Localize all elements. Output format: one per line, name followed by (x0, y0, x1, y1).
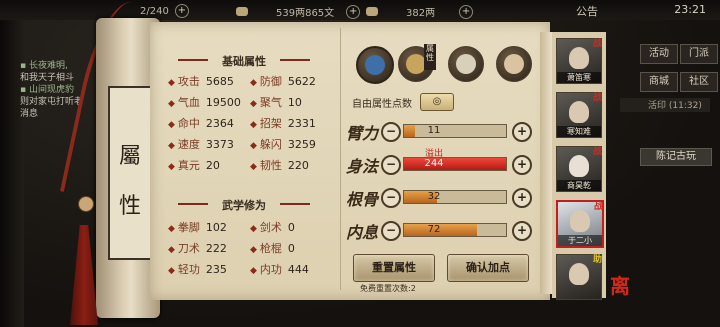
stat-dodge: ◆ 躲闪 3259 (250, 138, 316, 151)
martial-attributes-title: 武学修为 (178, 197, 310, 213)
stat-tenacity: ◆ 韧性 220 (250, 159, 309, 172)
stat-hit: ◆ 命中 2364 (168, 117, 234, 130)
party-member-3[interactable]: 战商昊乾 (556, 146, 602, 192)
attribute-stamp: 属性 (424, 44, 436, 70)
party-member-1[interactable]: 战萧笛寒 (556, 38, 602, 84)
strength-bar: 11 (403, 124, 507, 138)
attr-label-agility: 身法 (346, 157, 379, 176)
reset-attributes-button[interactable]: 重置属性 (353, 254, 435, 282)
party-member-name: 寒知难 (557, 126, 601, 137)
add-resource-2-button[interactable]: + (346, 4, 361, 19)
increase-constitution-button[interactable]: + (512, 188, 532, 208)
confirm-points-button[interactable]: 确认加点 (447, 254, 529, 282)
free-points-label: 自由属性点数 (352, 99, 412, 110)
decrease-breath-button[interactable]: − (381, 221, 401, 241)
meridian-menu-icon[interactable] (496, 46, 532, 82)
stat-defense: ◆ 防御 5622 (250, 75, 316, 88)
coin-icon (236, 7, 248, 16)
nav-event-timer[interactable]: 活印 (11:32) (620, 98, 710, 112)
stat-fist: ◆ 拳脚 102 (168, 221, 227, 234)
battle-badge: 战 (593, 39, 603, 49)
resource-3: 382两 + (366, 4, 474, 19)
party-member-4-selected[interactable]: 战于二小 (556, 200, 604, 248)
constitution-bar: 32 (403, 190, 507, 204)
stat-spear: ◆ 枪棍 0 (250, 242, 295, 255)
panel-divider (340, 28, 341, 290)
increase-breath-button[interactable]: + (512, 221, 532, 241)
constitution-value: 32 (427, 191, 441, 202)
announcement-button[interactable]: 公告 (576, 3, 598, 19)
add-resource-1-button[interactable]: + (174, 4, 189, 18)
resource-2: 539两865文 + (236, 4, 361, 19)
panel-edge (540, 32, 552, 294)
stat-inner: ◆ 内功 444 (250, 263, 309, 276)
stat-attack: ◆ 攻击 5685 (168, 75, 234, 88)
attribute-tab[interactable]: 屬 性 (108, 86, 152, 260)
nav-shop-button[interactable]: 商城 (640, 72, 678, 92)
add-resource-3-button[interactable]: + (459, 4, 474, 19)
stat-lightness: ◆ 轻功 235 (168, 263, 227, 276)
stat-qi: ◆ 聚气 10 (250, 96, 302, 109)
jade-bead (78, 196, 94, 212)
stat-blade: ◆ 刀术 222 (168, 242, 227, 255)
silver-icon (366, 7, 378, 16)
increase-agility-button[interactable]: + (512, 155, 532, 175)
agility-bar: 244 (403, 157, 507, 171)
party-member-name: 于二小 (558, 235, 602, 246)
increase-strength-button[interactable]: + (512, 122, 532, 142)
nav-community-button[interactable]: 社区 (680, 72, 718, 92)
assist-badge: 助 (593, 255, 603, 265)
top-resource-bar: 2/240 + 539两865文 + 382两 + 公告 23:21 (0, 0, 720, 20)
decrease-agility-button[interactable]: − (381, 155, 401, 175)
taiji-menu-icon[interactable] (448, 46, 484, 82)
party-member-name: 商昊乾 (557, 180, 601, 191)
free-reset-count: 免费重置次数:2 (360, 284, 416, 293)
quest-tracker[interactable]: 陈记古玩 (640, 148, 712, 166)
attribute-tab-char-1: 屬 (118, 144, 141, 169)
nav-sect-button[interactable]: 门派 (680, 44, 718, 64)
stat-true-yuan: ◆ 真元 20 (168, 159, 220, 172)
stat-hp: ◆ 气血 19500 (168, 96, 241, 109)
agility-value: 244 (424, 158, 444, 169)
breath-value: 72 (427, 224, 441, 235)
battle-badge: 战 (593, 147, 603, 157)
resource-3-value: 382两 (406, 8, 436, 19)
character-menu-icon[interactable] (356, 46, 394, 84)
stat-speed: ◆ 速度 3373 (168, 138, 234, 151)
stat-sword: ◆ 剑术 0 (250, 221, 295, 234)
stat-parry: ◆ 招架 2331 (250, 117, 316, 130)
decrease-constitution-button[interactable]: − (381, 188, 401, 208)
attribute-tab-char-2: 性 (118, 194, 141, 219)
clock: 23:21 (674, 3, 706, 16)
attr-label-breath: 内息 (346, 223, 379, 242)
party-member-name: 萧笛寒 (557, 72, 601, 83)
nav-activity-button[interactable]: 活动 (640, 44, 678, 64)
resource-2-value: 539两865文 (276, 8, 335, 19)
basic-attributes-title: 基础属性 (178, 53, 310, 69)
battle-badge: 战 (594, 202, 604, 212)
party-member-2[interactable]: 战寒知难 (556, 92, 602, 138)
attr-label-strength: 臂力 (346, 124, 379, 143)
party-member-5[interactable]: 助 (556, 254, 602, 300)
breath-bar: 72 (403, 223, 507, 237)
attr-label-constitution: 根骨 (346, 190, 379, 209)
strength-value: 11 (427, 125, 441, 136)
free-points-value: ◎ (420, 93, 454, 111)
close-panel-seal[interactable]: 离 (610, 270, 630, 299)
decrease-strength-button[interactable]: − (381, 122, 401, 142)
battle-badge: 战 (593, 93, 603, 103)
